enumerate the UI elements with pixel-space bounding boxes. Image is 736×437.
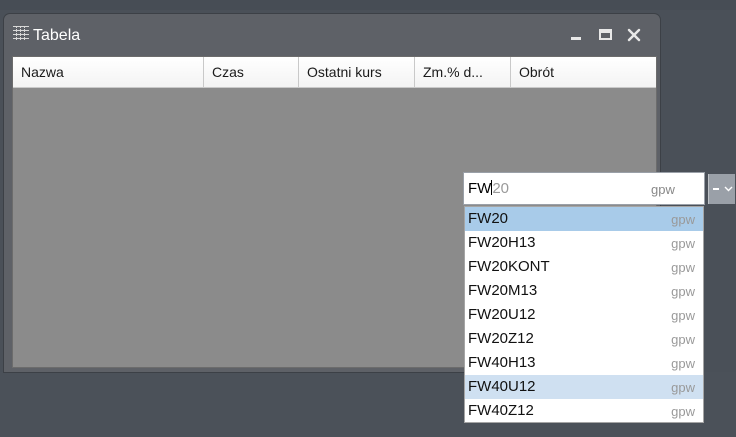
suggestion-item[interactable]: FW40U12 gpw <box>465 375 703 399</box>
suggestion-item[interactable]: FW20U12 gpw <box>465 303 703 327</box>
suggestion-item[interactable]: FW20M13 gpw <box>465 279 703 303</box>
suggestion-item[interactable]: FW40H13 gpw <box>465 351 703 375</box>
chevron-down-icon[interactable] <box>723 180 734 198</box>
suggestion-market: gpw <box>671 236 695 251</box>
maximize-button[interactable] <box>596 26 616 44</box>
suggestion-item[interactable]: FW20Z12 gpw <box>465 327 703 351</box>
table-header-row: Nazwa Czas Ostatni kurs Zm.% d... Obrót <box>13 57 656 88</box>
suggestion-symbol: FW20H13 <box>468 234 536 251</box>
window-title: Tabela <box>33 27 81 44</box>
suggestion-symbol: FW20U12 <box>468 306 536 323</box>
autocomplete-suffix: 20 <box>492 180 510 197</box>
suggestion-market: gpw <box>671 404 695 419</box>
suggestion-symbol: FW40U12 <box>468 378 536 395</box>
suggestion-symbol: FW40Z12 <box>468 402 534 419</box>
suggestion-symbol: FW20Z12 <box>468 330 534 347</box>
suggestion-market: gpw <box>671 308 695 323</box>
suggestion-market: gpw <box>671 260 695 275</box>
column-header-obrot[interactable]: Obrót <box>511 57 656 87</box>
suggestion-market: gpw <box>671 380 695 395</box>
suggestion-item[interactable]: FW20KONT gpw <box>465 255 703 279</box>
suggestion-item[interactable]: FW20 gpw <box>465 207 703 231</box>
column-header-ostatni-kurs[interactable]: Ostatni kurs <box>299 57 415 87</box>
suggestion-market: gpw <box>671 284 695 299</box>
suggestion-symbol: FW20 <box>468 210 509 227</box>
suggestion-symbol: FW40H13 <box>468 354 536 371</box>
combo-button-group <box>708 174 735 204</box>
suggestion-symbol: FW20KONT <box>468 258 550 275</box>
suggestion-item[interactable]: FW40Z12 gpw <box>465 399 703 423</box>
symbol-suggestions-dropdown: FW20 gpw FW20H13 gpw FW20KONT gpw FW20M1… <box>464 206 704 423</box>
symbol-search-text: FW20 <box>468 180 509 197</box>
suggestion-symbol: FW20M13 <box>468 282 538 299</box>
grid-table-icon <box>12 24 30 42</box>
suggestion-market: gpw <box>671 332 695 347</box>
suggestion-item[interactable]: FW20H13 gpw <box>465 231 703 255</box>
window-titlebar[interactable]: Tabela <box>4 14 660 56</box>
minus-icon[interactable] <box>711 180 721 198</box>
minimize-button[interactable] <box>566 26 586 44</box>
column-header-zmiana-procent[interactable]: Zm.% d... <box>415 57 511 87</box>
suggestion-market: gpw <box>671 212 695 227</box>
search-market-label: gpw <box>651 182 675 197</box>
typed-text: FW <box>468 180 492 197</box>
close-icon[interactable] <box>624 26 644 44</box>
column-header-nazwa[interactable]: Nazwa <box>13 57 204 87</box>
suggestion-market: gpw <box>671 356 695 371</box>
symbol-search-input[interactable]: FW20 gpw <box>463 172 705 205</box>
desktop-background <box>0 0 736 10</box>
column-header-czas[interactable]: Czas <box>204 57 299 87</box>
